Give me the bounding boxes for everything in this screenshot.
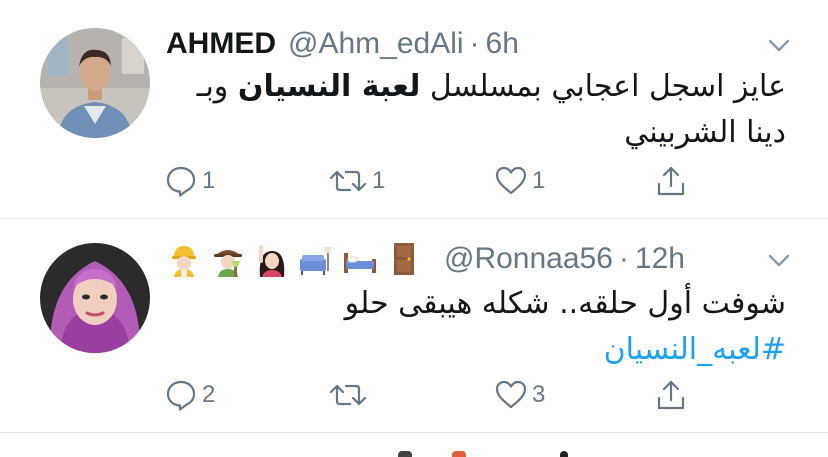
like-count: 1	[532, 167, 546, 194]
separator-dot: ·	[469, 27, 480, 60]
couch-lamp-icon	[300, 247, 332, 275]
display-name-emojis[interactable]	[166, 241, 430, 277]
tweet-text-part: عايز اسجل اعجابي بمسلسل	[420, 69, 786, 104]
share-button[interactable]	[654, 163, 688, 199]
retweet-count: 1	[372, 167, 386, 194]
display-name[interactable]: AHMED	[166, 27, 276, 61]
reply-count: 1	[202, 167, 216, 194]
user-handle[interactable]: @Ronnaa56	[444, 242, 613, 276]
avatar-ronnaa-image	[40, 243, 150, 353]
separator-dot: ·	[618, 242, 629, 275]
tweet-actions: 1 1 1	[164, 163, 704, 199]
hashtag-link[interactable]: #لعبه_النسيان	[166, 327, 786, 373]
tweet-header: @Ronnaa56 · 12h	[166, 239, 685, 279]
tweet-text: شوفت أول حلقه.. شكله هيبقى حلو #لعبه_الن…	[166, 281, 786, 373]
tweet-text: عايز اسجل اعجابي بمسلسل لعبة النسيان وبـ…	[166, 64, 786, 156]
construction-worker-woman-icon	[172, 246, 196, 277]
tweet-actions: 2 3	[164, 377, 704, 413]
raising-hand-woman-icon	[259, 245, 285, 277]
retweet-icon	[329, 170, 367, 192]
retweet-icon	[329, 384, 367, 406]
heart-icon	[495, 166, 527, 195]
partial-emoji-icon	[452, 451, 466, 457]
reply-icon	[166, 380, 196, 411]
share-button[interactable]	[654, 377, 688, 413]
timestamp[interactable]: 12h	[635, 242, 685, 276]
reply-button[interactable]: 1	[164, 163, 215, 199]
next-tweet-partial	[0, 433, 828, 457]
tweet-ahmed[interactable]: AHMED @Ahm_edAli · 6h عايز اسجل اعجابي ب…	[0, 0, 828, 218]
tweet-header: AHMED @Ahm_edAli · 6h	[166, 24, 519, 64]
chevron-down-icon[interactable]	[766, 32, 792, 58]
user-handle[interactable]: @Ahm_edAli	[288, 27, 464, 61]
heart-icon	[495, 380, 527, 409]
share-icon	[657, 166, 685, 196]
like-button[interactable]: 3	[494, 377, 545, 413]
retweet-button[interactable]: 1	[328, 163, 385, 199]
avatar-ahmed-image	[40, 28, 150, 138]
door-icon	[394, 243, 414, 275]
avatar[interactable]	[40, 243, 150, 353]
tweet-ronnaa[interactable]: @Ronnaa56 · 12h شوفت أول حلقه.. شكله هيب…	[0, 219, 828, 432]
reply-count: 2	[202, 381, 216, 408]
like-button[interactable]: 1	[494, 163, 545, 199]
reply-icon	[166, 166, 196, 197]
avatar[interactable]	[40, 28, 150, 138]
tweet-text-line: شوفت أول حلقه.. شكله هيبقى حلو	[344, 286, 786, 321]
timestamp[interactable]: 6h	[486, 27, 519, 61]
tweet-text-bold: لعبة النسيان	[237, 69, 421, 104]
retweet-button[interactable]	[328, 377, 372, 413]
chevron-down-icon[interactable]	[766, 247, 792, 273]
like-count: 3	[532, 381, 546, 408]
farmer-woman-icon	[214, 250, 242, 277]
partial-avatar-icon	[398, 451, 412, 457]
reply-button[interactable]: 2	[164, 377, 215, 413]
share-icon	[657, 380, 685, 410]
partial-text-glyph-icon	[560, 451, 568, 457]
bed-icon	[344, 253, 376, 273]
